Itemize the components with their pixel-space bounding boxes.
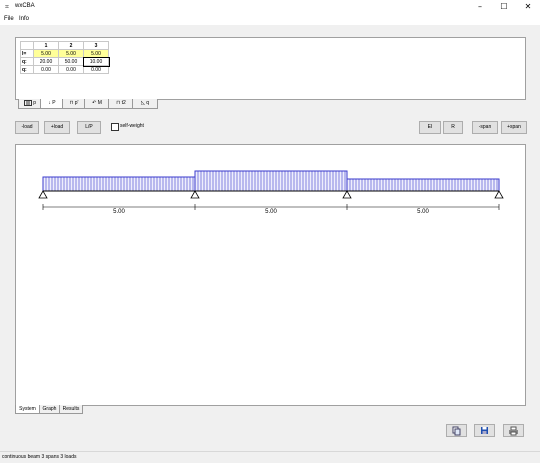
maximize-button[interactable]: ☐ — [492, 0, 516, 14]
tab-point-load[interactable]: ↓ P — [40, 99, 64, 109]
tab-moment[interactable]: ↶ M — [84, 99, 110, 109]
tab-results[interactable]: Results — [59, 405, 83, 414]
window-title: wxCBA — [15, 3, 35, 9]
self-weight-label: self-weight — [120, 123, 144, 129]
print-button[interactable] — [503, 424, 524, 437]
menu-file[interactable]: File — [4, 16, 14, 22]
grid-col-header: 1 — [33, 41, 59, 50]
grid-cell[interactable]: 0.00 — [33, 65, 59, 74]
grid-cell[interactable]: 20.00 — [33, 57, 59, 66]
arrow-down-icon: ↓ — [48, 100, 51, 106]
self-weight-checkbox[interactable] — [111, 123, 119, 131]
triangle-load-icon: ◺ — [140, 100, 145, 106]
support-triangle-1 — [38, 190, 48, 199]
app-icon: ⌗ — [5, 3, 9, 11]
save-icon — [481, 427, 488, 434]
support-icon: ⊓ — [116, 100, 121, 106]
grid-cell[interactable]: 5.00 — [83, 49, 109, 58]
remove-load-button[interactable]: -load — [15, 121, 39, 134]
uniform-load-icon — [23, 99, 32, 106]
copy-icon — [452, 426, 461, 436]
support-triangle-2 — [190, 190, 200, 199]
tab-partial-load[interactable]: ⊓ p' — [62, 99, 86, 109]
r-button[interactable]: R — [443, 121, 463, 134]
minimize-button[interactable]: – — [468, 0, 492, 14]
ei-button[interactable]: EI — [419, 121, 441, 134]
status-bar: continuous beam 3 spans 3 loads — [0, 451, 540, 463]
grid-col-header: 3 — [83, 41, 109, 50]
title-bar: ⌗ wxCBA – ☐ ✕ — [0, 0, 540, 14]
grid-col-header: 2 — [58, 41, 84, 50]
remove-span-button[interactable]: -span — [472, 121, 498, 134]
add-span-button[interactable]: +span — [501, 121, 527, 134]
grid-cell-selected[interactable]: 10.00 — [82, 56, 110, 67]
support-triangle-4 — [494, 190, 504, 199]
support-triangle-3 — [342, 190, 352, 199]
copy-button[interactable] — [446, 424, 467, 437]
grid-cell[interactable]: 50.00 — [58, 57, 84, 66]
menu-bar: File Info — [0, 14, 540, 25]
beam-drawing: 5.00 5.00 5.00 — [38, 170, 504, 215]
tab-temperature-2[interactable]: ⊓ t2 — [108, 99, 134, 109]
partial-load-icon: ⊓ — [69, 100, 74, 106]
add-load-button[interactable]: +load — [44, 121, 70, 134]
save-button[interactable] — [474, 424, 495, 437]
tab-temperature-1[interactable]: ◺ q — [132, 99, 158, 109]
tab-system[interactable]: System — [15, 405, 40, 414]
beam-canvas: 5.00 5.00 5.00 — [15, 144, 526, 406]
grid-row-label: q: — [20, 65, 34, 74]
grid-row-label: l= — [20, 49, 34, 58]
print-icon — [509, 426, 518, 436]
grid-cell[interactable]: 0.00 — [83, 65, 109, 74]
grid-cell[interactable]: 0.00 — [58, 65, 84, 74]
grid-cell[interactable]: 5.00 — [58, 49, 84, 58]
grid-corner — [20, 41, 34, 50]
span-length-label-2: 5.00 — [265, 209, 277, 215]
tab-graph[interactable]: Graph — [39, 405, 60, 414]
status-text: continuous beam 3 spans 3 loads — [2, 454, 77, 460]
span-load-panel: 1 2 3 l= 5.00 5.00 5.00 q: 20.00 50.00 1… — [15, 37, 526, 100]
grid-row-label: q: — [20, 57, 34, 66]
close-button[interactable]: ✕ — [516, 0, 540, 14]
grid-cell[interactable]: 5.00 — [33, 49, 59, 58]
lp-button[interactable]: L/P — [77, 121, 101, 134]
tab-uniform-load[interactable]: p — [18, 99, 42, 109]
span-load-grid: 1 2 3 l= 5.00 5.00 5.00 q: 20.00 50.00 1… — [20, 41, 110, 74]
span-length-label-1: 5.00 — [113, 209, 125, 215]
moment-icon: ↶ — [92, 100, 97, 106]
menu-info[interactable]: Info — [19, 16, 29, 22]
span-length-label-3: 5.00 — [417, 209, 429, 215]
